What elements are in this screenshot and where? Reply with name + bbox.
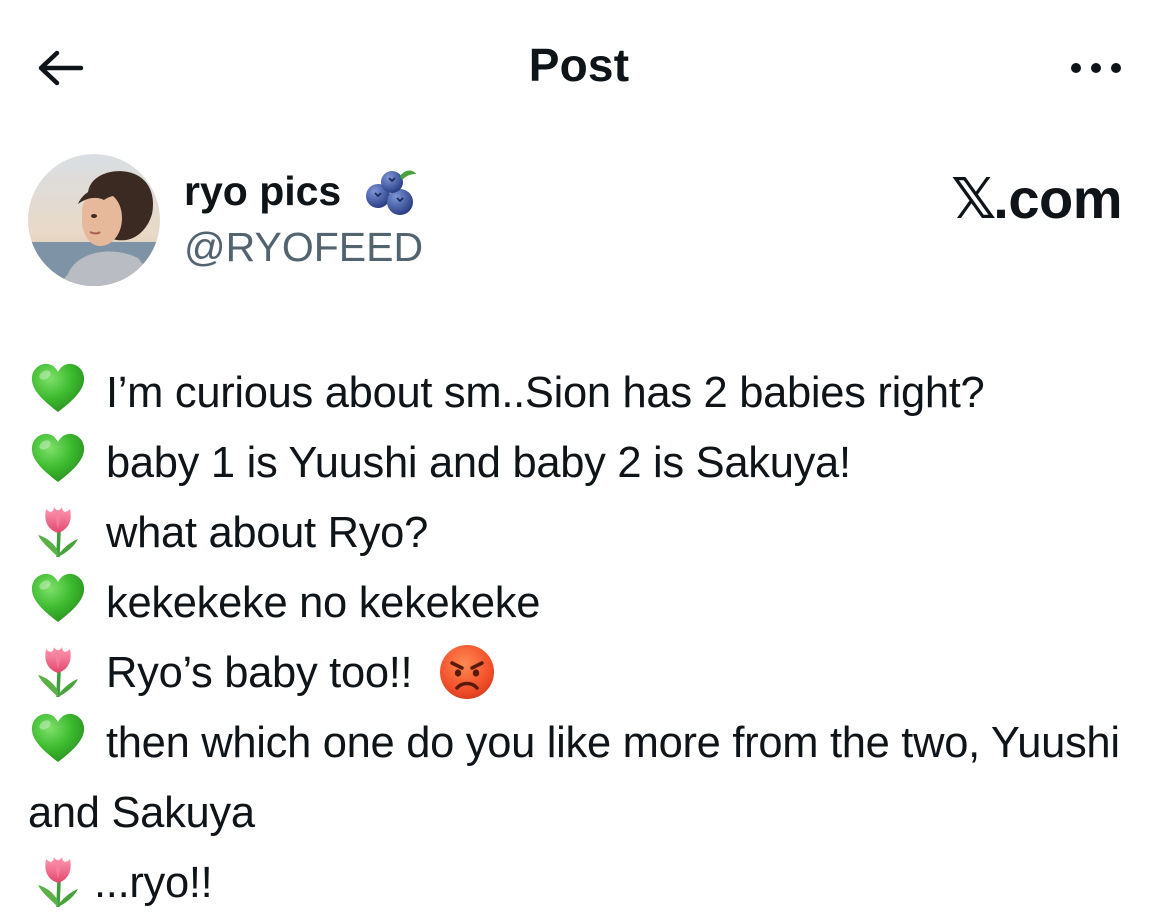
tweet-line-text: baby 1 is Yuushi and baby 2 is Sakuya! [106,439,851,487]
tweet-text: I’m curious about sm..Sion has 2 babies … [28,358,1152,918]
blueberry-icon [366,170,416,215]
tweet-line-text: what about Ryo? [106,509,428,557]
tweet-line: what about Ryo? [28,498,1152,568]
tulip-icon [28,849,88,909]
tweet-line: then which one do you like more from the… [28,708,1152,848]
tweet-line: Ryo’s baby too!! [28,638,1152,708]
tweet-line-text: then which one do you like more from the… [28,719,1120,837]
source-domain: .com [993,167,1122,230]
x-logo: 𝕏 [951,167,996,232]
avatar[interactable] [28,154,160,286]
tweet-line-text: Ryo’s baby too!! [106,649,413,697]
source-watermark: 𝕏.com [951,166,1122,232]
author-handle[interactable]: @RYOFEED [184,224,423,271]
tulip-icon [28,639,88,699]
green-heart-icon [28,359,88,419]
angry-face-icon [440,645,495,699]
tweet-line-text: I’m curious about sm..Sion has 2 babies … [106,369,985,417]
green-heart-icon [28,429,88,489]
tweet-line: ...ryo!! [28,848,1152,918]
author-name[interactable]: ryo pics [184,168,341,215]
tweet-line: I’m curious about sm..Sion has 2 babies … [28,358,1152,428]
green-heart-icon [28,709,88,769]
tweet-line-text: ...ryo!! [94,859,213,907]
more-horizontal-icon [1071,63,1121,73]
tweet-line: kekekeke no kekekeke [28,568,1152,638]
avatar-photo [28,154,160,286]
tweet-line-text: kekekeke no kekekeke [106,579,541,627]
more-options-button[interactable] [1058,44,1134,92]
tulip-icon [28,499,88,559]
page-title: Post [528,39,630,91]
green-heart-icon [28,569,88,629]
tweet-line: baby 1 is Yuushi and baby 2 is Sakuya! [28,428,1152,498]
top-bar: Post [0,0,1158,130]
